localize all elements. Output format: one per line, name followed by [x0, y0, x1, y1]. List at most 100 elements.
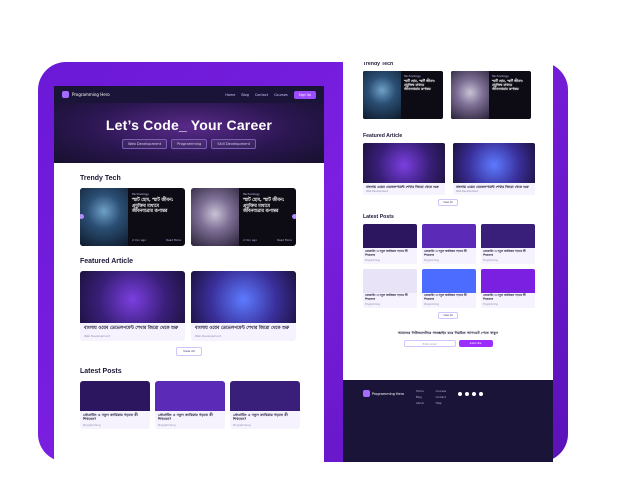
- robot-hand-image: [363, 71, 401, 119]
- latest-post-card[interactable]: প্রোগ্রামিং এ নতুন ক্যারিয়ার গড়তে কী শ…: [481, 224, 535, 264]
- section-title-trendy: Trendy Tech: [80, 175, 121, 182]
- nav-link-contact[interactable]: Contact: [255, 93, 268, 97]
- card-meta: Web Development: [84, 333, 110, 338]
- latest-post-card[interactable]: প্রোগ্রামিং এ নতুন ক্যারিয়ার গড়তে কী শ…: [481, 268, 535, 308]
- latest-post-card[interactable]: প্রোগ্রামিং এ নতুন ক্যারিয়ার গড়তে কী শ…: [422, 268, 476, 308]
- instagram-icon[interactable]: [472, 392, 477, 396]
- carousel-next-icon[interactable]: [292, 214, 296, 219]
- card-title: প্রোগ্রামিং এ নতুন ক্যারিয়ার গড়তে কী শ…: [158, 412, 213, 422]
- post-image: [363, 268, 417, 293]
- footer-link[interactable]: Help: [436, 402, 446, 405]
- latest-post-card[interactable]: প্রোগ্রামিং এ নতুন ক্যারিয়ার গড়তে কী শ…: [80, 380, 150, 430]
- footer-link[interactable]: Blog: [416, 396, 424, 399]
- card-meta: Web Development: [456, 190, 479, 194]
- desktop-page-mockup: Programming Hero Home Blog Contact Cours…: [54, 86, 324, 463]
- footer-link[interactable]: About: [416, 402, 424, 405]
- post-image: [230, 380, 300, 411]
- footer-column: Home Blog About: [416, 390, 424, 405]
- card-title: বাংলায় ওয়েব ডেভেলপমেন্ট শেখার জিরো থেক…: [84, 326, 179, 331]
- section-title-latest: Latest Posts: [80, 367, 122, 375]
- vr-headset-image: [451, 71, 489, 119]
- featured-card[interactable]: বাংলায় ওয়েব ডেভেলপমেন্ট শেখার জিরো থেক…: [453, 143, 535, 196]
- mobile-page-mockup: Trendy Tech Technology স্মার্ট হোম, স্মা…: [343, 62, 553, 462]
- signup-button[interactable]: Sign Up: [293, 90, 316, 99]
- linkedin-icon[interactable]: [465, 392, 470, 396]
- top-navbar: Programming Hero Home Blog Contact Cours…: [54, 86, 324, 103]
- laptop-illustration: [80, 271, 185, 323]
- nav-link-home[interactable]: Home: [225, 93, 235, 97]
- view-all-button[interactable]: View All: [176, 346, 202, 356]
- post-image: [422, 268, 476, 293]
- featured-card-row: বাংলায় ওয়েব ডেভেলপমেন্ট শেখার জিরো থেক…: [363, 143, 553, 196]
- trendy-card-row: Technology স্মার্ট হোম, স্মার্ট জীবন: প্…: [363, 71, 553, 119]
- card-title: বাংলায় ওয়েব ডেভেলপমেন্ট শেখার জিরো থেক…: [456, 185, 529, 189]
- latest-post-card[interactable]: প্রোগ্রামিং এ নতুন ক্যারিয়ার গড়তে কী শ…: [363, 224, 417, 264]
- latest-post-card[interactable]: প্রোগ্রামিং এ নতুন ক্যারিয়ার গড়তে কী শ…: [363, 268, 417, 308]
- card-meta: Programming: [483, 258, 498, 262]
- latest-post-row: প্রোগ্রামিং এ নতুন ক্যারিয়ার গড়তে কী শ…: [80, 380, 324, 430]
- vr-headset-image: [191, 188, 239, 246]
- latest-post-card[interactable]: প্রোগ্রামিং এ নতুন ক্যারিয়ার গড়তে কী শ…: [230, 380, 300, 430]
- read-more-link[interactable]: Read More: [166, 238, 181, 242]
- card-category: Technology: [132, 192, 149, 196]
- card-category: Technology: [404, 74, 421, 78]
- nav-link-courses[interactable]: Courses: [274, 93, 288, 97]
- card-title: স্মার্ট হোম, স্মার্ট জীবন: প্রযুক্তির মা…: [132, 198, 174, 214]
- nav-links: Home Blog Contact Courses: [225, 93, 287, 97]
- card-category: Technology: [492, 74, 509, 78]
- card-date: 2 min ago: [243, 238, 258, 242]
- brand-name: Programming Hero: [72, 92, 110, 97]
- card-title: প্রোগ্রামিং এ নতুন ক্যারিয়ার গড়তে কী শ…: [424, 248, 467, 257]
- hero-tag-web[interactable]: Web Development: [121, 139, 168, 149]
- post-image: [481, 268, 535, 293]
- card-title: প্রোগ্রামিং এ নতুন ক্যারিয়ার গড়তে কী শ…: [233, 412, 288, 422]
- featured-card[interactable]: বাংলায় ওয়েব ডেভেলপমেন্ট শেখার জিরো থেক…: [363, 143, 445, 196]
- hero-tag-list: Web Development Programming Skill Develo…: [121, 139, 257, 149]
- card-meta: Programming: [424, 258, 439, 262]
- latest-post-card[interactable]: প্রোগ্রামিং এ নতুন ক্যারিয়ার গড়তে কী শ…: [422, 224, 476, 264]
- logo-icon: [363, 390, 370, 397]
- hero-tag-programming[interactable]: Programming: [171, 139, 208, 149]
- card-title: প্রোগ্রামিং এ নতুন ক্যারিয়ার গড়তে কী শ…: [424, 293, 467, 301]
- server-illustration: [191, 271, 296, 323]
- trendy-card[interactable]: Technology স্মার্ট হোম, স্মার্ট জীবন: প্…: [80, 188, 185, 246]
- showcase-stage: Programming Hero Home Blog Contact Cours…: [0, 0, 628, 501]
- latest-post-card[interactable]: প্রোগ্রামিং এ নতুন ক্যারিয়ার গড়তে কী শ…: [155, 380, 225, 430]
- hero-banner: Let’s Code_ Your Career Web Development …: [54, 103, 324, 163]
- section-title-featured: Featured Article: [80, 258, 134, 265]
- footer-link[interactable]: Courses: [436, 390, 446, 393]
- card-title: বাংলায় ওয়েব ডেভেলপমেন্ট শেখার জিরো থেক…: [195, 326, 290, 331]
- youtube-icon[interactable]: [479, 392, 484, 396]
- server-illustration: [453, 143, 535, 183]
- newsletter-text: আমাদের নিউজলেটারে সাবস্ক্রাইব করে নিয়মি…: [397, 330, 499, 335]
- card-meta: Programming: [365, 302, 380, 306]
- footer-link[interactable]: Home: [416, 390, 424, 393]
- trendy-card[interactable]: Technology স্মার্ট হোম, স্মার্ট জীবন: প্…: [451, 71, 531, 119]
- post-image: [155, 380, 225, 411]
- card-title: প্রোগ্রামিং এ নতুন ক্যারিয়ার গড়তে কী শ…: [365, 293, 408, 301]
- facebook-icon[interactable]: [458, 392, 463, 396]
- hero-tag-skill[interactable]: Skill Development: [211, 139, 257, 149]
- footer-link[interactable]: Contact: [436, 396, 446, 399]
- post-image: [363, 224, 417, 249]
- card-category: Technology: [243, 192, 260, 196]
- featured-card[interactable]: বাংলায় ওয়েব ডেভেলপমেন্ট শেখার জিরো থেক…: [80, 271, 185, 341]
- view-all-button[interactable]: View All: [438, 199, 458, 207]
- site-footer: Programming Hero Home Blog About Courses…: [343, 380, 553, 462]
- card-meta: Programming: [424, 302, 439, 306]
- laptop-illustration: [363, 143, 445, 183]
- subscribe-button[interactable]: Subscribe: [458, 339, 493, 347]
- trendy-card[interactable]: Technology স্মার্ট হোম, স্মার্ট জীবন: প্…: [363, 71, 443, 119]
- featured-card[interactable]: বাংলায় ওয়েব ডেভেলপমেন্ট শেখার জিরো থেক…: [191, 271, 296, 341]
- email-input[interactable]: Enter email: [403, 339, 456, 347]
- card-title: স্মার্ট হোম, স্মার্ট জীবন: প্রযুক্তির মা…: [243, 198, 285, 214]
- footer-logo[interactable]: Programming Hero: [363, 390, 404, 397]
- card-meta: Programming: [365, 258, 380, 262]
- nav-link-blog[interactable]: Blog: [241, 93, 249, 97]
- view-all-button[interactable]: View All: [438, 311, 458, 319]
- featured-card-row: বাংলায় ওয়েব ডেভেলপমেন্ট শেখার জিরো থেক…: [80, 271, 324, 341]
- read-more-link[interactable]: Read More: [277, 238, 292, 242]
- site-logo[interactable]: Programming Hero: [62, 91, 110, 98]
- card-title: প্রোগ্রামিং এ নতুন ক্যারিয়ার গড়তে কী শ…: [83, 412, 138, 422]
- trendy-card[interactable]: Technology স্মার্ট হোম, স্মার্ট জীবন: প্…: [191, 188, 296, 246]
